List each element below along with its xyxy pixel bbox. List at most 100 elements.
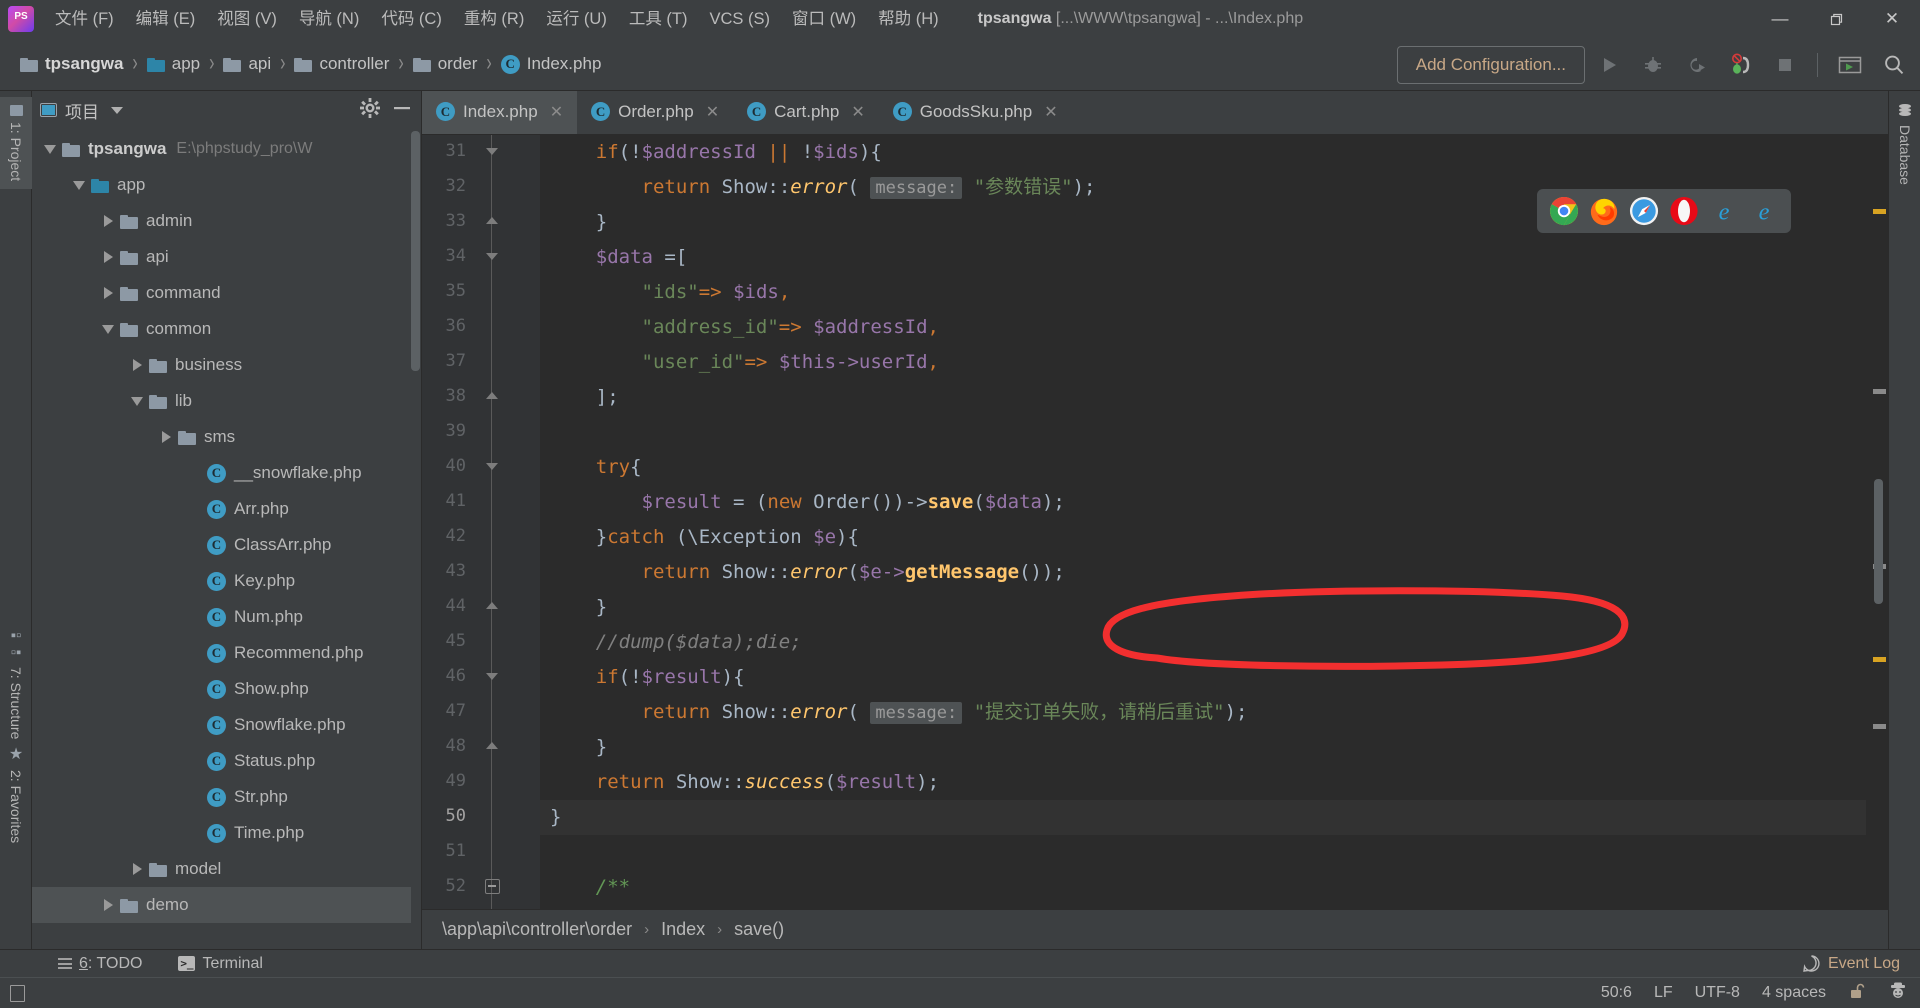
gutter-line-43[interactable]: 43 (422, 555, 540, 590)
add-configuration-button[interactable]: Add Configuration... (1396, 45, 1585, 84)
fold-expand-end-icon[interactable] (486, 742, 498, 749)
show-tool-windows-icon[interactable] (10, 984, 25, 1002)
tree-node[interactable]: api (32, 239, 411, 275)
gutter-line-34[interactable]: 34 (422, 240, 540, 275)
caret-position[interactable]: 50:6 (1601, 984, 1632, 1002)
close-icon[interactable]: ✕ (851, 102, 864, 122)
tree-node[interactable]: C Status.php (32, 743, 411, 779)
run-button[interactable] (1589, 45, 1629, 85)
gutter-line-40[interactable]: 40 (422, 450, 540, 485)
tool-window-todo[interactable]: 6: TODO (48, 955, 152, 973)
tree-node[interactable]: C Snowflake.php (32, 707, 411, 743)
close-icon[interactable]: ✕ (1044, 102, 1057, 122)
editor-gutter[interactable]: 31 32 33 34 35 36 37 38 39 40 41 42 43 44 45 46 47 48 49 50… (422, 135, 540, 949)
unlock-icon[interactable] (1848, 982, 1866, 1005)
gutter-line-37[interactable]: 37 (422, 345, 540, 380)
gutter-line-51[interactable]: 51 (422, 835, 540, 870)
fold-collapse-icon[interactable] (486, 253, 498, 260)
gutter-line-31[interactable]: 31 (422, 135, 540, 170)
breadcrumb-item-index-php[interactable]: C Index.php (497, 51, 606, 77)
menu-code[interactable]: 代码 (C) (370, 0, 453, 38)
breadcrumb-namespace[interactable]: \app\api\controller\order (438, 919, 636, 940)
gutter-line-39[interactable]: 39 (422, 415, 540, 450)
chevron-down-icon[interactable] (111, 106, 123, 114)
tree-node[interactable]: sms (32, 419, 411, 455)
fold-collapse-icon[interactable] (486, 463, 498, 470)
firefox-icon[interactable] (1589, 196, 1619, 226)
sidebar-item-project[interactable]: 1: Project (0, 97, 32, 190)
gutter-line-47[interactable]: 47 (422, 695, 540, 730)
tree-node[interactable]: C Time.php (32, 815, 411, 851)
search-everywhere-button[interactable] (1874, 45, 1914, 85)
tree-node[interactable]: C __snowflake.php (32, 455, 411, 491)
close-icon[interactable]: ✕ (550, 102, 563, 122)
gutter-line-36[interactable]: 36 (422, 310, 540, 345)
breadcrumb-item-api[interactable]: api (219, 51, 275, 77)
sidebar-item-database[interactable]: Database (1889, 97, 1920, 191)
safari-icon[interactable] (1629, 196, 1659, 226)
chrome-icon[interactable] (1549, 196, 1579, 226)
error-marker[interactable] (1873, 209, 1886, 214)
chevron-right-icon[interactable] (96, 215, 120, 227)
menu-file[interactable]: 文件 (F) (44, 0, 125, 38)
breadcrumb-method[interactable]: save() (730, 919, 788, 940)
tree-node[interactable]: model (32, 851, 411, 887)
maximize-button[interactable] (1808, 0, 1864, 38)
tab-order-php[interactable]: C Order.php ✕ (577, 91, 733, 134)
fold-collapse-icon[interactable] (486, 673, 498, 680)
opera-icon[interactable] (1669, 196, 1699, 226)
gutter-line-44[interactable]: 44 (422, 590, 540, 625)
warning-marker[interactable] (1873, 657, 1886, 662)
gutter-line-49[interactable]: 49 (422, 765, 540, 800)
breadcrumb-item-order[interactable]: order (409, 51, 482, 77)
minimize-button[interactable]: — (1752, 0, 1808, 38)
stop-button[interactable] (1765, 45, 1805, 85)
menu-help[interactable]: 帮助 (H) (867, 0, 950, 38)
tree-node[interactable]: C Num.php (32, 599, 411, 635)
tree-node[interactable]: command (32, 275, 411, 311)
gutter-line-32[interactable]: 32 (422, 170, 540, 205)
gear-icon[interactable] (359, 97, 381, 124)
chevron-down-icon[interactable] (38, 144, 62, 154)
chevron-right-icon[interactable] (96, 287, 120, 299)
editor-scrollbar[interactable] (1866, 179, 1888, 949)
tree-node[interactable]: common (32, 311, 411, 347)
gutter-line-52[interactable]: 52 (422, 870, 540, 905)
menu-run[interactable]: 运行 (U) (535, 0, 618, 38)
event-log-button[interactable]: Event Log (1802, 954, 1900, 973)
tree-node[interactable]: C Show.php (32, 671, 411, 707)
editor-scroll-thumb[interactable] (1874, 479, 1883, 604)
file-encoding[interactable]: UTF-8 (1695, 984, 1740, 1002)
close-icon[interactable]: ✕ (706, 102, 719, 122)
close-button[interactable]: ✕ (1864, 0, 1920, 38)
debug-button[interactable] (1633, 45, 1673, 85)
menu-window[interactable]: 窗口 (W) (781, 0, 867, 38)
gutter-line-46[interactable]: 46 (422, 660, 540, 695)
edge-icon[interactable]: e (1749, 196, 1779, 226)
menu-edit[interactable]: 编辑 (E) (125, 0, 207, 38)
tree-node[interactable]: lib (32, 383, 411, 419)
minimize-icon[interactable] (391, 97, 413, 124)
tree-node[interactable]: app (32, 167, 411, 203)
internet-explorer-icon[interactable]: e (1709, 196, 1739, 226)
fold-marker-icon[interactable] (485, 879, 500, 894)
gutter-line-41[interactable]: 41 (422, 485, 540, 520)
tree-node[interactable]: demo (32, 887, 411, 923)
tool-window-terminal[interactable]: >_ Terminal (168, 955, 272, 973)
chevron-right-icon[interactable] (96, 899, 120, 911)
tree-node[interactable]: C Str.php (32, 779, 411, 815)
code-editor[interactable]: 31 32 33 34 35 36 37 38 39 40 41 42 43 44 45 46 47 48 49 50… (422, 135, 1888, 949)
project-tree-scrollbar[interactable] (411, 131, 420, 371)
gutter-line-42[interactable]: 42 (422, 520, 540, 555)
project-tree[interactable]: tpsangwa E:\phpstudy_pro\W app admin api comm… (32, 129, 411, 949)
sidebar-item-favorites[interactable]: ★ 2: Favorites (0, 736, 32, 851)
fold-expand-end-icon[interactable] (486, 602, 498, 609)
hector-inspector-icon[interactable] (1888, 982, 1908, 1005)
menu-tools[interactable]: 工具 (T) (618, 0, 699, 38)
menu-vcs[interactable]: VCS (S) (699, 0, 782, 38)
sidebar-item-structure[interactable]: ▪▫ ▫▪ 7: Structure (0, 619, 32, 747)
tree-node[interactable]: business (32, 347, 411, 383)
breadcrumb-class[interactable]: Index (657, 919, 709, 940)
chevron-right-icon[interactable] (125, 863, 149, 875)
gutter-line-50[interactable]: 50 (422, 800, 540, 835)
